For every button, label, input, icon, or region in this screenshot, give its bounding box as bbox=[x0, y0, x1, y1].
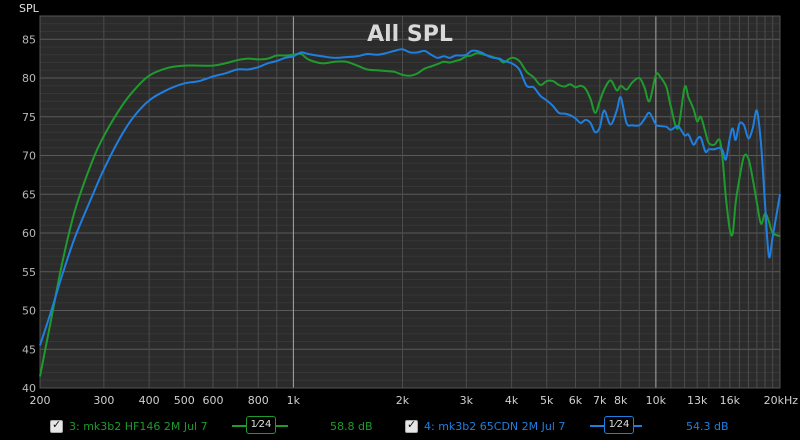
x-tick-label: 10k bbox=[646, 394, 667, 407]
y-tick-label: 65 bbox=[22, 188, 36, 201]
y-tick-label: 50 bbox=[22, 305, 36, 318]
x-tick-label: 16k bbox=[720, 394, 741, 407]
x-tick-label: 400 bbox=[139, 394, 160, 407]
legend-item-2[interactable]: 4: mk3b2 65CDN 2M Jul 7 bbox=[405, 418, 566, 433]
spl-chart: 40455055606570758085200 300 400 500 600 800 1k… bbox=[0, 0, 800, 412]
x-tick-label: 300 bbox=[93, 394, 114, 407]
legend-2-label: 4: mk3b2 65CDN 2M Jul 7 bbox=[424, 420, 566, 433]
x-tick-label: 500 bbox=[174, 394, 195, 407]
x-tick-label: 8k bbox=[614, 394, 628, 407]
legend-1-smoothing[interactable]: 1⁄24 bbox=[232, 416, 288, 434]
y-tick-label: 70 bbox=[22, 150, 36, 163]
x-tick-label: 20kHz bbox=[764, 394, 799, 407]
legend-1-label: 3: mk3b2 HF146 2M Jul 7 bbox=[69, 420, 208, 433]
y-tick-label: 55 bbox=[22, 266, 36, 279]
y-tick-label: 60 bbox=[22, 227, 36, 240]
y-tick-label: 80 bbox=[22, 72, 36, 85]
x-tick-label: 1k bbox=[287, 394, 301, 407]
legend-2-smoothing[interactable]: 1⁄24 bbox=[590, 416, 642, 434]
x-tick-label: 6k bbox=[569, 394, 583, 407]
x-tick-label: 600 bbox=[202, 394, 223, 407]
legend-1-smoothing-tag: 1⁄24 bbox=[246, 416, 276, 434]
legend-2-level: 54.3 dB bbox=[686, 420, 729, 433]
legend-1-level: 58.8 dB bbox=[330, 420, 373, 433]
x-tick-label: 2k bbox=[396, 394, 410, 407]
legend-bar: 3: mk3b2 HF146 2M Jul 7 1⁄24 58.8 dB 4: … bbox=[0, 412, 800, 440]
x-tick-label: 800 bbox=[248, 394, 269, 407]
y-axis-label: SPL bbox=[19, 2, 40, 15]
legend-1-checkbox[interactable] bbox=[50, 418, 63, 433]
x-tick-label: 7k bbox=[593, 394, 607, 407]
chart-title: All SPL bbox=[367, 22, 453, 47]
x-tick-label: 13k bbox=[687, 394, 708, 407]
legend-2-smoothing-tag: 1⁄24 bbox=[604, 416, 634, 434]
y-tick-label: 85 bbox=[22, 33, 36, 46]
legend-2-checkbox[interactable] bbox=[405, 418, 418, 433]
y-tick-label: 75 bbox=[22, 111, 36, 124]
legend-item-1[interactable]: 3: mk3b2 HF146 2M Jul 7 bbox=[50, 418, 208, 433]
x-tick-label: 3k bbox=[460, 394, 474, 407]
x-tick-label: 4k bbox=[505, 394, 519, 407]
y-tick-label: 45 bbox=[22, 343, 36, 356]
x-tick-label: 5k bbox=[540, 394, 554, 407]
x-tick-label: 200 bbox=[30, 394, 51, 407]
